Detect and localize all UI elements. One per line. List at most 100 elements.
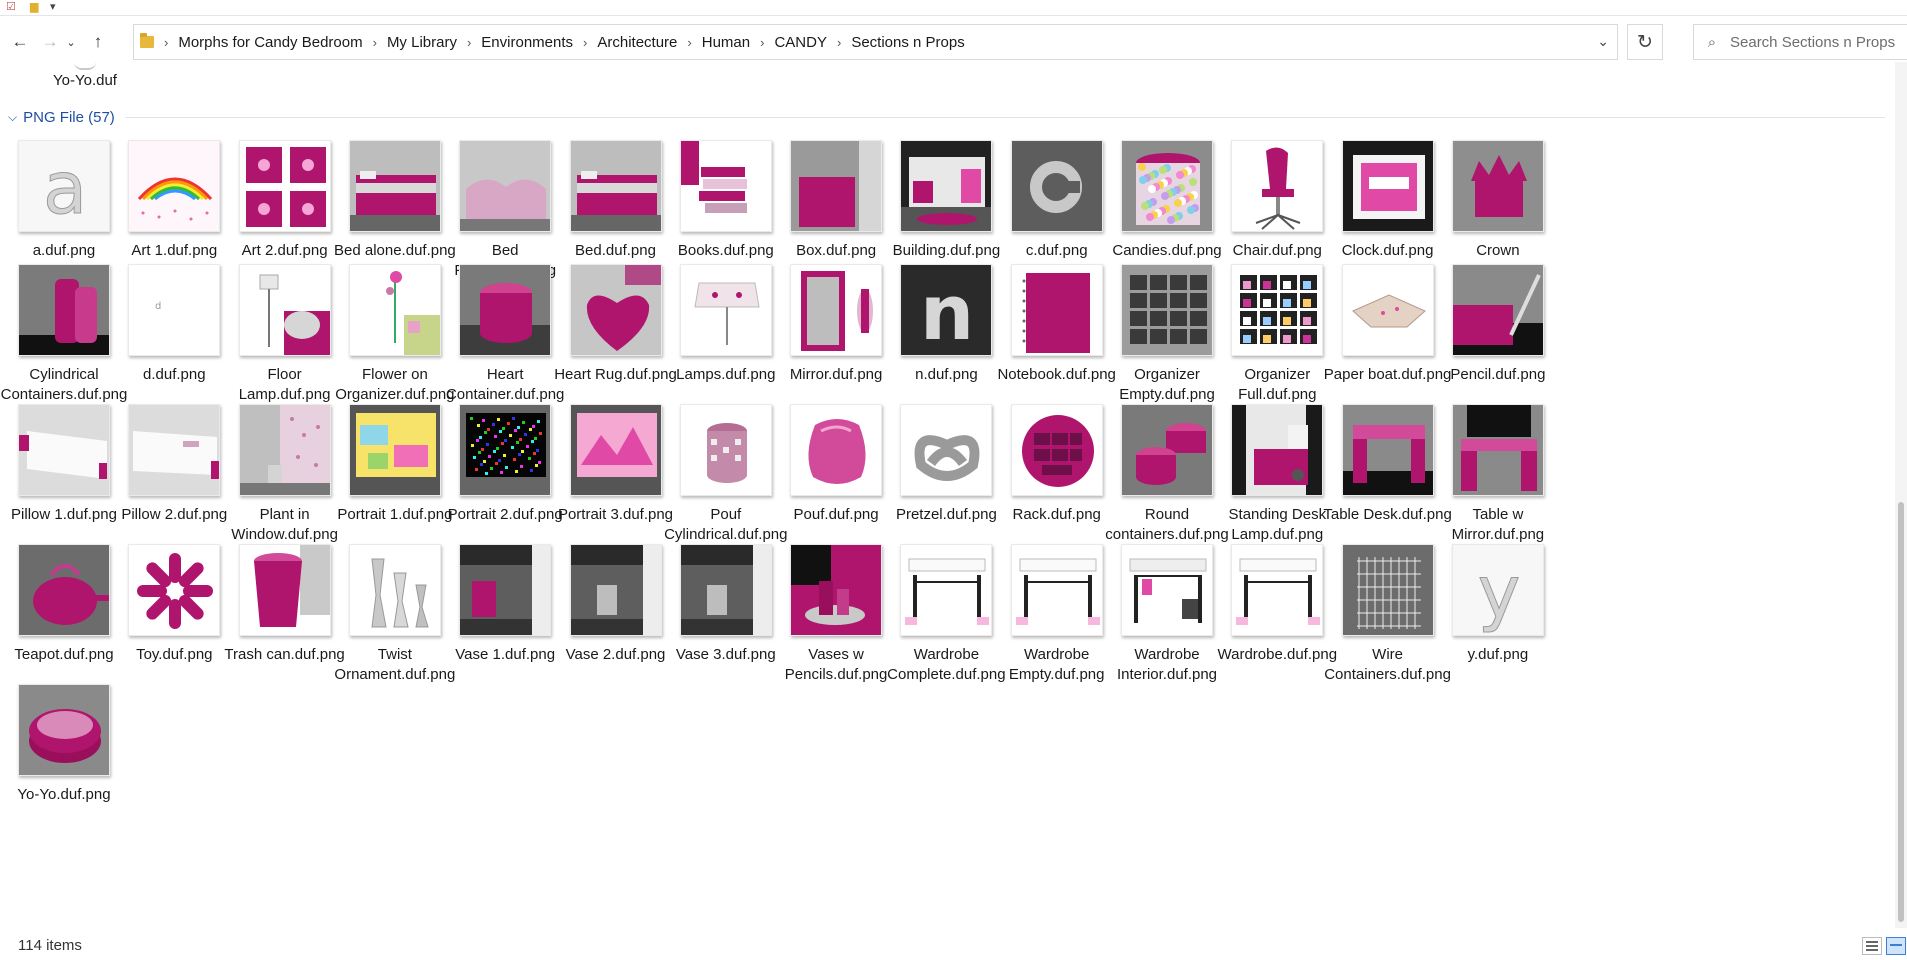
file-thumbnail — [459, 264, 552, 356]
details-view-icon-line — [1866, 945, 1878, 947]
breadcrumb-item[interactable]: Morphs for Candy Bedroom — [178, 34, 362, 51]
arrow-up-icon: ↑ — [93, 32, 103, 51]
file-thumbnail — [1341, 404, 1434, 496]
file-thumbnail — [1121, 264, 1213, 356]
svg-text:d: d — [155, 301, 161, 312]
file-thumbnail — [238, 140, 331, 232]
item-count: 114 items — [18, 937, 82, 954]
breadcrumb-separator-icon[interactable]: › — [583, 35, 587, 50]
file-item[interactable]: y y.duf.png — [1431, 544, 1565, 665]
breadcrumb-separator-icon[interactable]: › — [687, 35, 691, 50]
file-item[interactable]: Table w Mirror.duf.png — [1431, 404, 1565, 545]
file-thumbnail — [1451, 140, 1544, 232]
breadcrumb-item[interactable]: My Library — [387, 34, 457, 51]
file-thumbnail — [238, 544, 331, 636]
details-view-icon — [1866, 941, 1878, 943]
status-bar: 114 items — [0, 928, 1907, 960]
file-thumbnail — [1231, 404, 1324, 496]
file-thumbnail — [679, 140, 772, 232]
file-thumbnail — [569, 404, 662, 496]
breadcrumb-item-current[interactable]: Sections n Props — [851, 34, 964, 51]
file-name: Yo-Yo.duf.png — [17, 786, 111, 803]
file-thumbnail — [128, 544, 221, 636]
file-thumbnail — [1010, 140, 1103, 232]
file-thumbnail — [18, 684, 110, 776]
vertical-scrollbar[interactable] — [1895, 62, 1907, 928]
breadcrumb-item[interactable]: Architecture — [597, 34, 677, 51]
file-thumbnail — [1341, 264, 1434, 356]
file-thumbnail — [790, 404, 883, 496]
file-item[interactable]: Yo-Yo.duf — [40, 62, 130, 89]
breadcrumb-separator-icon[interactable]: › — [760, 35, 764, 50]
group-header[interactable]: ⌵ PNG File (57) — [8, 106, 115, 128]
file-thumbnail — [569, 264, 662, 356]
svg-text:n: n — [920, 268, 974, 356]
file-thumbnail — [128, 140, 221, 232]
details-view-icon-line — [1866, 949, 1878, 951]
breadcrumb-item[interactable]: Human — [702, 34, 750, 51]
group-title: PNG File (57) — [23, 108, 115, 126]
search-box[interactable]: ⌕ — [1693, 24, 1907, 60]
group-divider — [125, 117, 1885, 118]
chevron-down-icon: ⌵ — [8, 109, 18, 124]
file-thumbnail — [1010, 544, 1103, 636]
svg-text:a: a — [43, 146, 87, 230]
file-thumbnail: y — [1451, 544, 1544, 636]
breadcrumb-separator-icon[interactable]: › — [164, 35, 168, 50]
back-button[interactable]: ← — [6, 28, 34, 56]
breadcrumb-separator-icon[interactable]: › — [373, 35, 377, 50]
breadcrumb-separator-icon[interactable]: › — [837, 35, 841, 50]
file-thumbnail — [679, 264, 772, 356]
refresh-button[interactable]: ↻ — [1627, 24, 1663, 60]
large-icons-view-button[interactable] — [1886, 937, 1906, 955]
file-thumbnail — [18, 544, 110, 636]
up-button[interactable]: ↑ — [84, 28, 112, 56]
search-input[interactable] — [1730, 33, 1905, 51]
recent-locations-button[interactable]: ⌄ — [62, 28, 80, 56]
file-thumbnail — [1341, 544, 1434, 636]
file-thumbnail — [128, 404, 221, 496]
file-thumbnail — [1451, 264, 1544, 356]
chevron-down-icon: ⌄ — [66, 36, 76, 49]
address-history-chevron-icon[interactable]: ⌄ — [1597, 33, 1609, 50]
file-thumbnail — [679, 404, 772, 496]
file-thumbnail — [1231, 140, 1324, 232]
file-item[interactable]: Pencil.duf.png — [1431, 264, 1565, 385]
scrollbar-thumb[interactable] — [1898, 502, 1904, 922]
file-thumbnail — [1010, 404, 1103, 496]
navigation-bar: ← → ⌄ ↑ › Morphs for Candy Bedroom › My … — [0, 22, 1907, 62]
file-thumbnail — [1121, 544, 1213, 636]
refresh-icon: ↻ — [1637, 31, 1653, 53]
breadcrumb-item[interactable]: Environments — [481, 34, 573, 51]
customize-quick-access-icon[interactable]: ▾ — [50, 0, 56, 13]
file-thumbnail — [569, 544, 662, 636]
file-thumbnail — [790, 544, 883, 636]
file-thumbnail — [1121, 140, 1213, 232]
large-icons-view-icon — [1890, 944, 1902, 946]
file-thumbnail — [348, 140, 441, 232]
file-thumbnail — [1231, 544, 1324, 636]
file-thumbnail — [679, 544, 772, 636]
breadcrumb-item[interactable]: CANDY — [774, 34, 827, 51]
file-thumbnail — [238, 264, 331, 356]
file-name: y.duf.png — [1467, 646, 1529, 663]
address-bar[interactable]: › Morphs for Candy Bedroom › My Library … — [133, 24, 1618, 60]
details-view-button[interactable] — [1862, 937, 1882, 955]
title-bar: ☑ ▆ ▾ — [0, 0, 1907, 16]
file-thumbnail — [1231, 264, 1324, 356]
properties-icon[interactable]: ☑ — [6, 0, 16, 13]
file-name: Pencil.duf.png — [1450, 366, 1546, 383]
file-item[interactable]: Crown Vase.duf.png — [1431, 140, 1565, 281]
svg-text:y: y — [1478, 550, 1521, 634]
file-thumbnail — [348, 544, 441, 636]
file-thumbnail — [238, 404, 331, 496]
new-folder-icon[interactable]: ▆ — [30, 0, 38, 13]
file-thumbnail — [790, 264, 883, 356]
file-thumbnail — [459, 140, 552, 232]
file-name: Yo-Yo.duf — [53, 72, 117, 89]
arrow-left-icon: ← — [11, 32, 29, 51]
file-item[interactable]: Yo-Yo.duf.png — [0, 684, 131, 805]
forward-button[interactable]: → — [36, 28, 64, 56]
file-thumbnail — [900, 404, 993, 496]
breadcrumb-separator-icon[interactable]: › — [467, 35, 471, 50]
